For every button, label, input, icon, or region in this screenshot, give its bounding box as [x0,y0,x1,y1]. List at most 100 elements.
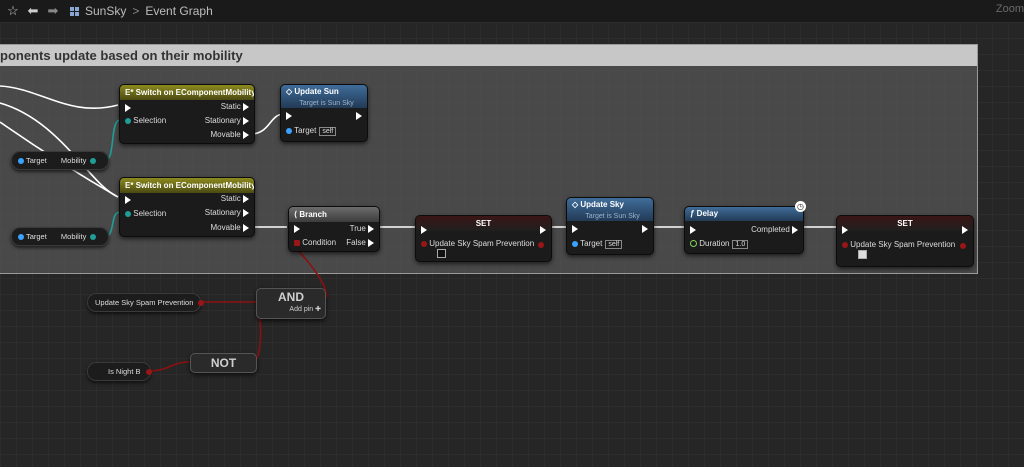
exec-out-pin[interactable] [962,225,968,234]
exec-out-pin[interactable] [642,224,648,233]
mobility-label: Mobility [60,232,87,241]
movable-pin[interactable]: Movable [211,223,249,232]
condition-pin[interactable]: Condition [294,238,336,247]
static-pin[interactable]: Static [221,102,249,111]
target-pin-icon[interactable] [18,158,24,165]
exec-in-pin[interactable] [125,195,131,204]
update-sky-node[interactable]: ◇ Update Sky Target is Sun Sky Target self [566,197,654,255]
node-title: E* Switch on EComponentMobility [120,85,254,100]
node-subtitle: Target is Sun Sky [585,213,640,220]
variable-label: Update Sky Spam Prevention [95,298,194,307]
target-value: self [605,240,623,249]
exec-in-pin[interactable] [842,225,848,234]
node-title-text: Branch [299,210,327,219]
pin-label: Movable [210,130,241,139]
switch-mobility-node-1[interactable]: E* Switch on EComponentMobility Selectio… [119,84,255,144]
exec-in-pin[interactable] [572,224,578,233]
pin-label: Movable [210,223,241,232]
mobility-pin-icon[interactable] [90,234,97,241]
pin-label: False [346,238,366,247]
var-out-pin[interactable] [538,240,544,249]
node-title: ƒ Delay [685,207,803,221]
add-pin-button[interactable]: Add pin ✚ [257,305,325,313]
static-pin[interactable]: Static [221,194,249,203]
pin-label: Static [220,102,241,111]
movable-pin[interactable]: Movable [211,130,249,139]
pin-label: Stationary [204,116,241,125]
completed-pin[interactable]: Completed [751,225,798,234]
target-value: self [319,127,337,136]
duration-pin[interactable]: Duration 1.0 [690,239,749,249]
pin-label: Stationary [204,208,241,217]
update-sun-node[interactable]: ◇ Update Sun Target is Sun Sky Target self [280,84,368,142]
var-out-pin[interactable] [960,241,966,250]
duration-value[interactable]: 1.0 [732,240,749,249]
stationary-pin[interactable]: Stationary [205,116,249,125]
plus-icon: ✚ [315,306,321,313]
is-night-getter[interactable]: Is Night B [87,362,152,381]
exec-wire [0,85,119,110]
delay-node[interactable]: ƒ Delay Completed Duration 1.0 [684,206,804,254]
and-label: AND [278,290,304,304]
value-checkbox[interactable] [437,249,446,260]
pin-label: Completed [751,225,790,234]
pin-label: Duration [699,239,730,248]
pin-label: Target [294,126,317,135]
node-title: ◇ Update Sky Target is Sun Sky [567,198,653,221]
target-pin[interactable]: Target self [286,126,337,136]
exec-in-pin[interactable] [125,103,131,112]
pin-label: True [349,224,366,233]
node-title: ⟨ Branch [289,207,379,222]
switch-mobility-node-2[interactable]: E* Switch on EComponentMobility Selectio… [119,177,255,237]
var-pin[interactable]: Update Sky Spam Prevention [842,240,955,249]
exec-in-pin[interactable] [286,111,292,120]
mobility-getter-2[interactable]: Target Mobility [11,227,109,246]
pin-label: Condition [302,238,337,247]
exec-wire [252,113,284,135]
exec-out-pin[interactable] [540,225,546,234]
spam-prevention-getter[interactable]: Update Sky Spam Prevention [87,293,205,312]
target-label: Target [25,232,47,241]
true-pin[interactable]: True [350,224,374,233]
stationary-pin[interactable]: Stationary [205,208,249,217]
node-title-text: Delay [696,209,719,218]
variable-label: Is Night B [108,367,141,376]
value-checkbox[interactable] [858,250,867,261]
set-spam-prevention-node-2[interactable]: SET Update Sky Spam Prevention [836,215,974,267]
set-spam-prevention-node-1[interactable]: SET Update Sky Spam Prevention [415,215,552,262]
node-title: SET [416,216,551,231]
target-pin-icon[interactable] [18,234,24,241]
exec-wire [0,102,119,198]
node-title: E* Switch on EComponentMobility [120,178,254,193]
not-label: NOT [210,356,237,370]
pin-label: Static [220,194,241,203]
branch-node[interactable]: ⟨ Branch Condition True False [288,206,380,252]
enum-wire [105,119,121,161]
target-pin[interactable]: Target self [572,239,623,249]
exec-out-pin[interactable] [356,111,362,120]
exec-in-pin[interactable] [690,225,696,234]
pin-label: Selection [133,116,167,125]
node-title: SET [837,216,973,231]
mobility-getter-1[interactable]: Target Mobility [11,151,109,170]
latent-clock-icon: ◷ [795,201,806,212]
node-title: ◇ Update Sun Target is Sun Sky [281,85,367,108]
and-node[interactable]: AND Add pin ✚ [256,288,326,319]
pin-label: Update Sky Spam Prevention [850,240,956,249]
add-pin-label: Add pin [289,306,314,313]
mobility-pin-icon[interactable] [90,158,97,165]
node-subtitle: Target is Sun Sky [299,100,354,107]
node-title-text: Update Sky [580,200,624,209]
bool-pin-icon[interactable] [145,369,152,376]
false-pin[interactable]: False [346,238,374,247]
pin-label: Selection [133,209,167,218]
selection-pin[interactable]: Selection [125,116,166,125]
mobility-label: Mobility [60,156,87,165]
exec-in-pin[interactable] [294,224,300,233]
selection-pin[interactable]: Selection [125,209,166,218]
not-node[interactable]: NOT [190,353,257,373]
exec-in-pin[interactable] [421,225,427,234]
node-title-text: Update Sun [294,87,339,96]
pin-label: Target [580,239,603,248]
var-pin[interactable]: Update Sky Spam Prevention [421,239,534,248]
